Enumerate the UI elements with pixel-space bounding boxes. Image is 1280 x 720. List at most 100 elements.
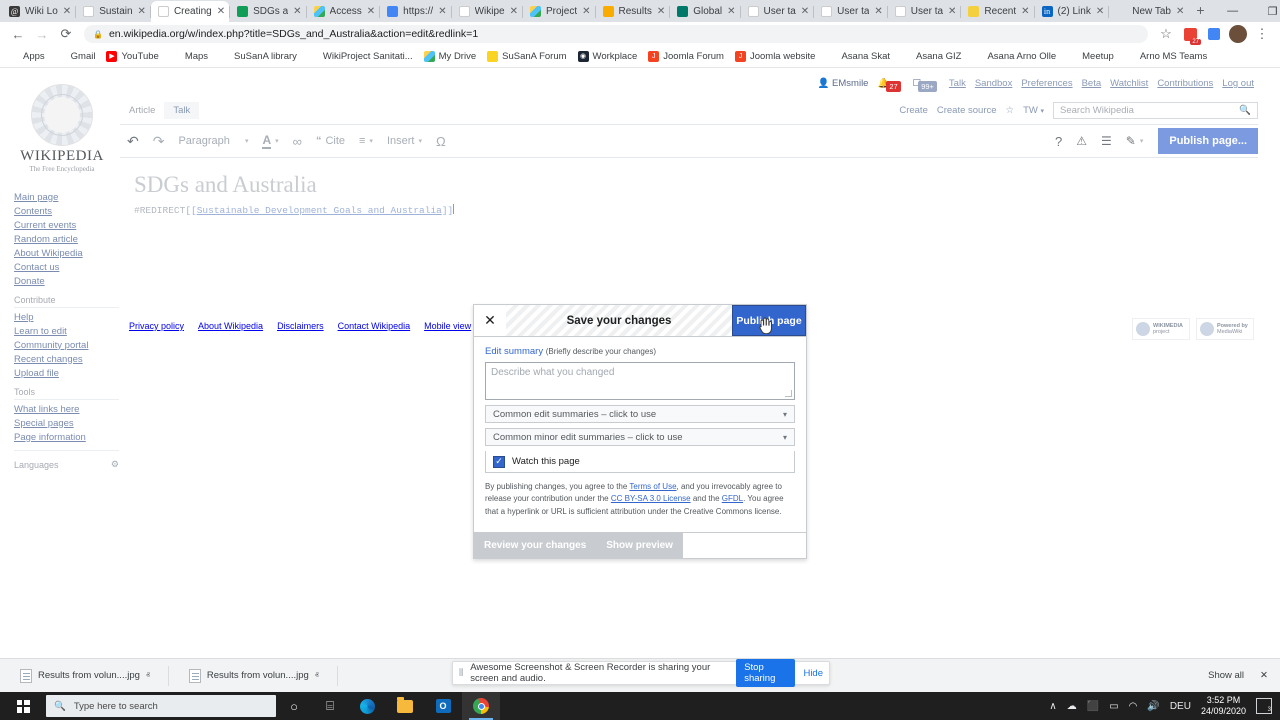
bookmark-item[interactable]: ◉ Maps [169, 51, 208, 62]
gear-icon[interactable]: ⚙ [111, 459, 119, 470]
task-view-icon[interactable]: ⌸ [312, 692, 348, 720]
download-item[interactable]: Results from volun....jpg ⱏ [14, 664, 156, 688]
close-tab-icon[interactable]: ✕ [1021, 6, 1029, 17]
watch-this-page-checkbox[interactable]: ✓ [493, 455, 505, 468]
profile-avatar[interactable] [1226, 22, 1250, 46]
bookmark-item[interactable]: ∷ Apps [8, 51, 45, 62]
volume-icon[interactable]: 🔊 [1147, 701, 1159, 712]
sidebar-contribute-link[interactable]: Help [14, 310, 119, 324]
hide-share-bar-button[interactable]: Hide [803, 668, 823, 679]
wifi-icon[interactable]: ◠ [1129, 701, 1138, 712]
bookmark-item[interactable]: W WikiProject Sanitati... [307, 51, 413, 62]
sidebar-nav-link[interactable]: Contents [14, 204, 119, 218]
footer-badge[interactable]: WIKIMEDIA project [1132, 318, 1190, 340]
wikipedia-logo[interactable]: WIKIPEDIA The Free Encyclopedia [12, 84, 112, 173]
edit-summary-input[interactable]: Describe what you changed [485, 362, 795, 400]
sidebar-nav-link[interactable]: Donate [14, 274, 119, 288]
namespace-tab-article[interactable]: Article [120, 102, 165, 119]
bookmark-item[interactable]: J Joomla Forum [648, 51, 724, 62]
namespace-tab-talk[interactable]: Talk [164, 102, 200, 119]
outlook-icon[interactable]: O [424, 692, 462, 720]
sidebar-contribute-link[interactable]: Recent changes [14, 352, 119, 366]
special-character-button[interactable]: Ω [429, 127, 453, 155]
show-hidden-icons-chevron[interactable]: ∧ [1049, 701, 1056, 712]
language-indicator[interactable]: DEU [1170, 701, 1191, 712]
stop-sharing-button[interactable]: Stop sharing [736, 659, 796, 687]
browser-tab[interactable]: W User ta ✕ [741, 1, 814, 22]
common-edit-summaries-dropdown[interactable]: Common edit summaries – click to use ▾ [485, 405, 795, 423]
minimize-button[interactable]: — [1213, 0, 1253, 22]
insert-dropdown[interactable]: Insert ▾ [380, 127, 429, 155]
action-tab-create[interactable]: Create [899, 105, 928, 116]
browser-tab[interactable]: https:// ✕ [380, 1, 450, 22]
close-tab-icon[interactable]: ✕ [438, 6, 446, 17]
close-tab-icon[interactable]: ✕ [801, 6, 809, 17]
close-tab-icon[interactable]: ✕ [657, 6, 665, 17]
cc-license-link[interactable]: CC BY-SA 3.0 License [611, 494, 691, 503]
publish-page-button[interactable]: Publish page... [1158, 128, 1258, 154]
maximize-button[interactable]: ❐ [1253, 0, 1280, 22]
footer-link[interactable]: Mobile view [424, 321, 471, 331]
sidebar-nav-link[interactable]: Random article [14, 232, 119, 246]
sidebar-contribute-link[interactable]: Community portal [14, 338, 119, 352]
sidebar-nav-link[interactable]: Contact us [14, 260, 119, 274]
close-tab-icon[interactable]: ✕ [582, 6, 590, 17]
close-tab-icon[interactable]: ✕ [217, 6, 225, 17]
start-button[interactable] [0, 692, 46, 720]
footer-link[interactable]: About Wikipedia [198, 321, 263, 331]
download-item[interactable]: Results from volun....jpg ⱏ [183, 664, 325, 688]
redirect-target-link[interactable]: Sustainable Development Goals and Austra… [197, 205, 442, 216]
paragraph-style-dropdown[interactable]: Paragraph ▾ [171, 127, 255, 155]
article-source-text[interactable]: #REDIRECT[[Sustainable Development Goals… [134, 204, 455, 216]
sidebar-nav-link[interactable]: Main page [14, 190, 119, 204]
sidebar-tools-link[interactable]: Page information [14, 430, 119, 444]
bookmark-item[interactable]: ∴ Asana Skat [826, 51, 890, 62]
browser-tab[interactable]: Project ✕ [523, 1, 595, 22]
close-icon[interactable]: ✕ [474, 305, 506, 336]
battery-icon[interactable]: ▭ [1109, 701, 1118, 712]
bookmark-item[interactable]: SuSanA Forum [487, 51, 567, 62]
help-button[interactable]: ? [1048, 127, 1069, 155]
notices-button[interactable]: ⚠ [1069, 127, 1094, 155]
watch-star-icon[interactable]: ☆ [1006, 105, 1015, 116]
browser-tab[interactable]: W Wikipe ✕ [452, 1, 522, 22]
browser-tab[interactable]: W User ta ✕ [814, 1, 887, 22]
gfdl-link[interactable]: GFDL [722, 494, 743, 503]
edge-icon[interactable] [348, 692, 386, 720]
action-tab-create-source[interactable]: Create source [937, 105, 997, 116]
sidebar-nav-link[interactable]: About Wikipedia [14, 246, 119, 260]
bookmark-item[interactable]: J Joomla website [734, 51, 815, 62]
bookmark-item[interactable]: ☰ SuSanA library [219, 51, 297, 62]
new-tab-button[interactable]: + [1188, 2, 1212, 20]
bookmark-item[interactable]: Arno MS Teams [1124, 51, 1207, 62]
footer-link[interactable]: Privacy policy [129, 321, 184, 331]
link-button[interactable]: ∞ [286, 127, 309, 155]
browser-tab[interactable]: Recent ✕ [961, 1, 1033, 22]
dialog-publish-page-button[interactable]: Publish page [732, 305, 806, 336]
browser-tab[interactable]: New Tab ✕ [1109, 1, 1188, 22]
browser-tab[interactable]: SDGs a ✕ [230, 1, 305, 22]
list-dropdown[interactable]: ≡ ▾ [352, 127, 380, 155]
sidebar-contribute-link[interactable]: Learn to edit [14, 324, 119, 338]
reload-icon[interactable]: ⟳ [54, 22, 78, 46]
show-preview-button[interactable]: Show preview [596, 533, 683, 558]
search-icon[interactable]: 🔍 [1239, 105, 1251, 116]
browser-tab[interactable]: W Sustain ✕ [76, 1, 150, 22]
download-menu-caret-icon[interactable]: ⱏ [146, 671, 150, 681]
forward-icon[interactable]: → [30, 22, 54, 46]
cortana-icon[interactable]: ○ [276, 692, 312, 720]
footer-badge[interactable]: Powered by MediaWiki [1196, 318, 1254, 340]
bookmark-item[interactable]: ∴ Asana GIZ [901, 51, 961, 62]
browser-tab[interactable]: W Creating ✕ [150, 1, 230, 22]
sidebar-tools-link[interactable]: Special pages [14, 416, 119, 430]
sidebar-tools-link[interactable]: What links here [14, 402, 119, 416]
redo-button[interactable]: ↷ [146, 127, 172, 155]
page-options-button[interactable]: ☰ [1094, 127, 1119, 155]
close-downloads-bar-icon[interactable]: ✕ [1260, 670, 1268, 681]
bookmark-item[interactable]: My Drive [423, 51, 476, 62]
chrome-menu-icon[interactable]: ⋮ [1250, 22, 1274, 46]
bookmark-item[interactable]: ∴ Asana Arno Olle [972, 51, 1056, 62]
bookmark-item[interactable]: ◉ Workplace [577, 51, 637, 62]
sidebar-contribute-link[interactable]: Upload file [14, 366, 119, 380]
clock[interactable]: 3:52 PM 24/09/2020 [1201, 695, 1246, 718]
